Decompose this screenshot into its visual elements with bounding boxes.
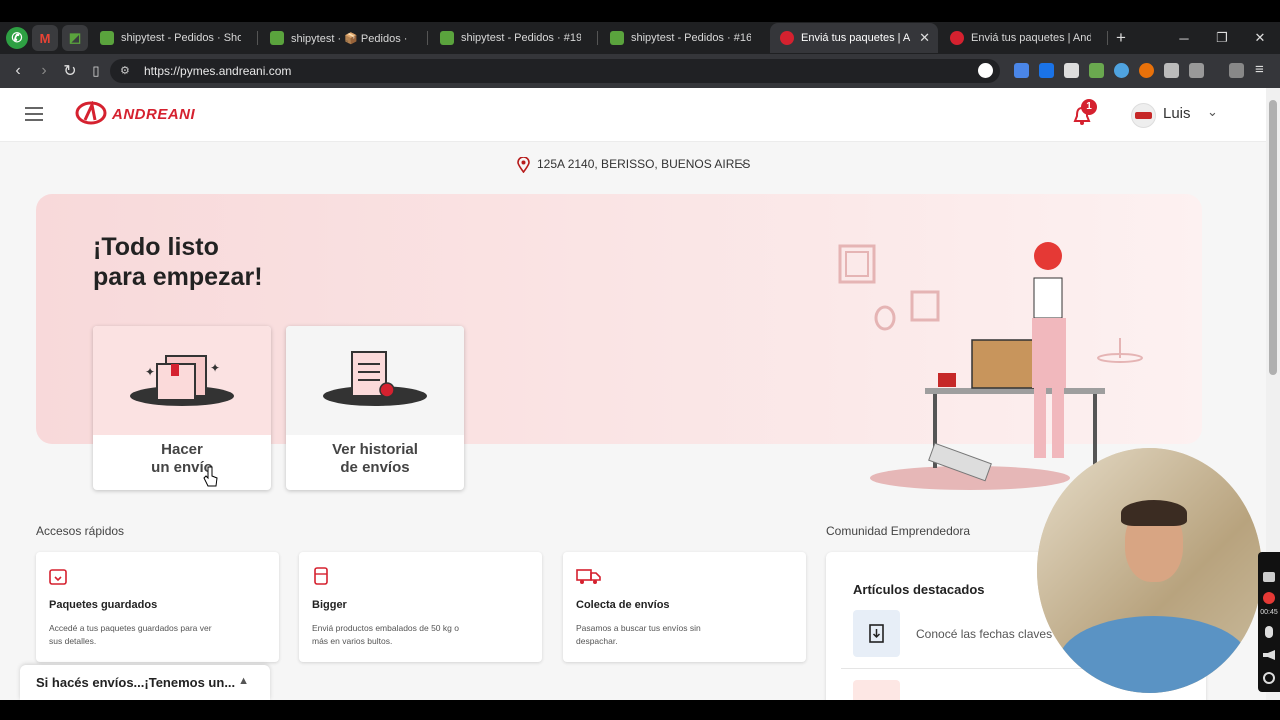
scrollbar-thumb[interactable] [1269, 100, 1277, 375]
site-header: ANDREANI 1 Luis ⌄ [0, 88, 1266, 142]
svg-text:✦: ✦ [210, 361, 220, 375]
card-title: Bigger [312, 599, 347, 611]
extensions-puzzle-icon[interactable] [1164, 63, 1179, 78]
create-shipment-card[interactable]: ✦ ✦ Hacer un envío [93, 326, 271, 490]
browser-tab[interactable]: Enviá tus paquetes | Andreani [940, 23, 1108, 53]
location-pin-icon [517, 157, 530, 173]
quick-access-card-bigger[interactable]: Bigger Enviá productos embalados de 50 k… [299, 552, 542, 662]
extension-icon[interactable] [1114, 63, 1129, 78]
tab-label: shipytest · 📦 Pedidos · Shopify [291, 32, 411, 45]
hero-title-line: ¡Todo listo [93, 233, 219, 261]
url-text: https://pymes.andreani.com [144, 64, 292, 78]
address-selector[interactable]: 125A 2140, BERISSO, BUENOS AIRES [537, 157, 750, 171]
window-close-icon[interactable]: ✕ [1242, 22, 1278, 54]
card-description: Enviá productos embalados de 50 kg o más… [312, 623, 459, 646]
brand-logo[interactable]: ANDREANI [112, 106, 195, 123]
tab-label: Enviá tus paquetes | Andreani [801, 32, 911, 44]
chevron-down-icon[interactable]: ⌄ [737, 153, 749, 170]
download-extension-icon[interactable] [1039, 63, 1054, 78]
create-shipment-label: Hacer un envío [151, 441, 213, 476]
card-description: Accedé a tus paquetes guardados para ver… [49, 623, 212, 646]
extension-icon[interactable] [1139, 63, 1154, 78]
shipment-history-card[interactable]: Ver historial de envíos [286, 326, 464, 490]
record-icon[interactable] [1263, 592, 1275, 604]
webcam-overlay [1037, 448, 1262, 693]
shopify-icon [440, 31, 454, 45]
hero-title-line: para empezar! [93, 263, 263, 291]
shopify-icon [100, 31, 114, 45]
package-icon [49, 569, 67, 585]
notification-badge: 1 [1081, 99, 1097, 115]
browser-tab[interactable]: shipytest - Pedidos · Shopify [90, 23, 258, 53]
reload-icon[interactable]: ↻ [57, 61, 83, 81]
document-illustration-icon [323, 351, 427, 406]
vpn-extension-icon[interactable] [1064, 63, 1079, 78]
truck-icon [1135, 112, 1152, 119]
new-tab-icon[interactable]: + [1116, 28, 1126, 48]
tab-label: shipytest - Pedidos · #1941 · Shopify [461, 32, 581, 44]
svg-text:✦: ✦ [145, 365, 155, 379]
tab-label: shipytest - Pedidos · #1682 · Shopify [631, 32, 751, 44]
back-icon[interactable]: ‹ [5, 62, 31, 80]
quick-access-title: Accesos rápidos [36, 524, 125, 538]
menu-icon[interactable]: ≡ [1255, 61, 1264, 78]
avatar[interactable] [1131, 103, 1156, 128]
hero-title: ¡Todo listo para empezar! [93, 232, 263, 292]
andreani-logo-icon[interactable] [75, 101, 107, 125]
user-name[interactable]: Luis [1163, 105, 1191, 122]
promo-banner[interactable]: Si hacés envíos...¡Tenemos un... ▲ [20, 665, 270, 700]
speaker-icon[interactable] [1263, 650, 1275, 660]
browser-tab[interactable]: shipytest - Pedidos · #1682 · Shopify [600, 23, 768, 53]
site-settings-icon[interactable]: ⚙ [120, 59, 130, 83]
quick-access-card-saved-packages[interactable]: Paquetes guardados Accedé a tus paquetes… [36, 552, 279, 662]
close-tab-icon[interactable]: ✕ [919, 30, 930, 46]
tab-label: Enviá tus paquetes | Andreani [971, 32, 1091, 44]
card-title: Paquetes guardados [49, 599, 158, 611]
fridge-icon [314, 567, 328, 585]
tab-label: shipytest - Pedidos · Shopify [121, 32, 241, 44]
sheets-extension-icon[interactable] [1089, 63, 1104, 78]
minimize-icon[interactable]: ─ [1166, 22, 1202, 54]
recording-timer: 00:45 [1260, 609, 1278, 616]
truck-icon [576, 569, 601, 584]
andreani-icon [950, 31, 964, 45]
andreani-icon [780, 31, 794, 45]
downloads-icon[interactable] [1229, 63, 1244, 78]
shopify-pinned-icon[interactable]: ◩ [62, 25, 88, 51]
mouse-cursor-icon [203, 466, 218, 487]
package-illustration-icon: ✦ ✦ [130, 355, 234, 406]
address-bar[interactable]: ⚙ https://pymes.andreani.com ⇪ [110, 59, 1000, 83]
browser-tab[interactable]: shipytest - Pedidos · #1941 · Shopify [430, 23, 598, 53]
forward-icon[interactable]: › [31, 62, 57, 80]
calendar-download-icon [853, 610, 900, 657]
browser-tab-bar: ✆ M ◩ shipytest - Pedidos · Shopify ship… [0, 22, 1280, 54]
webcam-toggle-icon[interactable] [1263, 672, 1275, 684]
gmail-icon[interactable]: M [32, 25, 58, 51]
whatsapp-icon[interactable]: ✆ [6, 27, 28, 49]
hamburger-menu-icon[interactable] [25, 107, 43, 121]
community-title: Comunidad Emprendedora [826, 524, 971, 538]
promo-banner-text: Si hacés envíos...¡Tenemos un... [36, 675, 236, 690]
featured-articles-title: Artículos destacados [853, 582, 985, 597]
chevron-up-icon[interactable]: ▲ [238, 675, 249, 687]
microphone-icon[interactable] [1265, 626, 1273, 638]
card-description: Pasamos a buscar tus envíos sin despacha… [576, 623, 701, 646]
brave-shield-icon[interactable] [978, 63, 993, 78]
article-icon [853, 680, 900, 700]
browser-tab[interactable]: shipytest · 📦 Pedidos · Shopify [260, 23, 428, 53]
shopify-icon [610, 31, 624, 45]
restore-icon[interactable]: ❐ [1204, 22, 1240, 54]
camera-icon[interactable] [1263, 572, 1275, 582]
screen-recorder-panel: 00:45 [1258, 552, 1280, 692]
card-title: Colecta de envíos [576, 599, 670, 611]
browser-toolbar: ‹ › ↻ ▯ ⚙ https://pymes.andreani.com ⇪ ≡ [0, 54, 1280, 88]
quick-access-card-pickup[interactable]: Colecta de envíos Pasamos a buscar tus e… [563, 552, 806, 662]
chevron-down-icon[interactable]: ⌄ [1207, 104, 1218, 120]
bookmark-icon[interactable]: ▯ [83, 63, 109, 79]
shopify-icon [270, 31, 284, 45]
screenshot-icon[interactable] [1189, 63, 1204, 78]
browser-tab-active[interactable]: Enviá tus paquetes | Andreani ✕ [770, 23, 938, 53]
translate-extension-icon[interactable] [1014, 63, 1029, 78]
shipment-history-label: Ver historial de envíos [332, 441, 418, 476]
